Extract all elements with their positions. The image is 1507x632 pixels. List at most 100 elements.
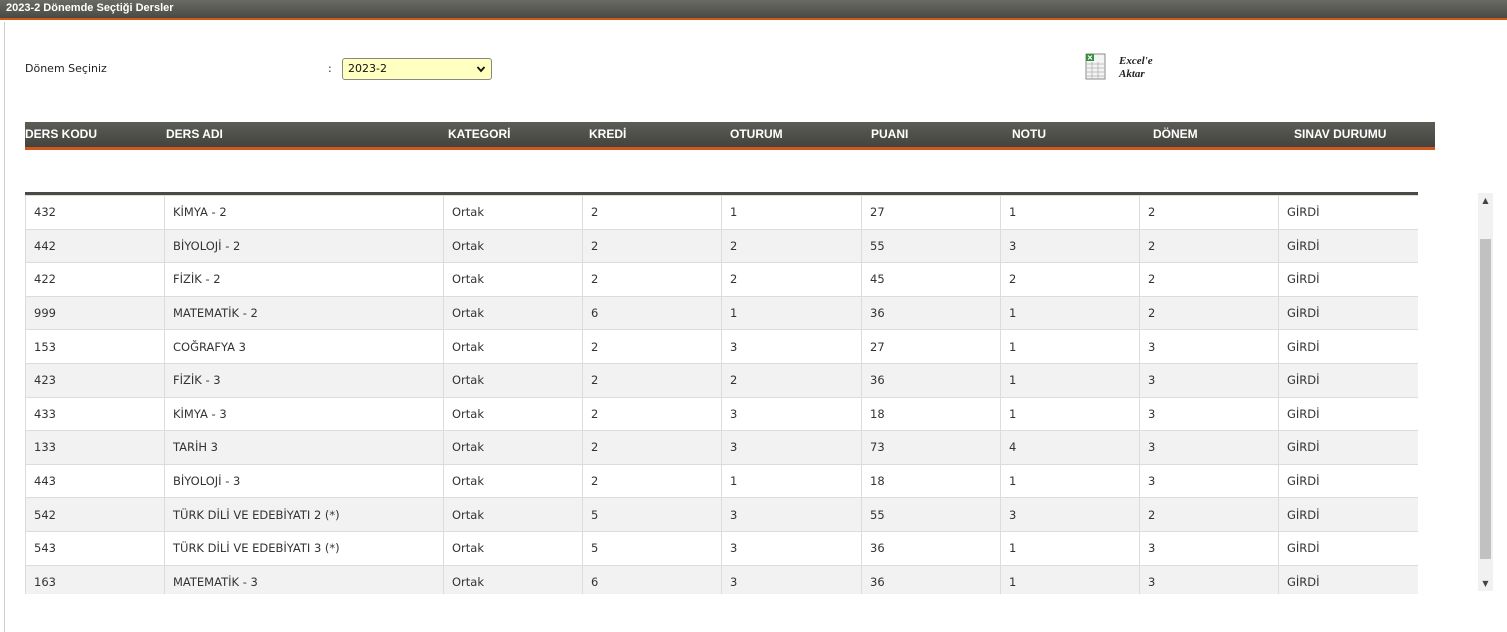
cell-exam-status: GİRDİ	[1278, 497, 1418, 532]
chevron-down-icon	[476, 60, 486, 85]
cell-course-code: 432	[25, 195, 165, 230]
cell-credit: 5	[582, 497, 722, 532]
cell-session: 3	[721, 564, 862, 594]
table-row[interactable]: 433 KİMYA - 3 Ortak 2 3 18 1 3 GİRDİ	[25, 396, 1418, 432]
table-row[interactable]: 542 TÜRK DİLİ VE EDEBİYATI 2 (*) Ortak 5 3 55…	[25, 497, 1418, 532]
cell-session: 3	[721, 430, 862, 465]
cell-credit: 2	[582, 262, 722, 297]
table-row[interactable]: 432 KİMYA - 2 Ortak 2 1 27 1 2 GİRDİ	[25, 195, 1418, 230]
cell-grade: 1	[1000, 564, 1140, 594]
cell-score: 73	[861, 430, 1001, 465]
courses-table: 432 KİMYA - 2 Ortak 2 1 27 1 2 GİRDİ 442 BİYOLOJİ …	[25, 195, 1418, 594]
excel-export-label-line1: Excel'e	[1119, 55, 1153, 67]
cell-score: 36	[861, 295, 1001, 331]
cell-course-name: FİZİK - 3	[164, 362, 444, 398]
cell-score: 36	[861, 362, 1001, 398]
table-row[interactable]: 999 MATEMATİK - 2 Ortak 6 1 36 1 2 GİRDİ	[25, 295, 1418, 331]
cell-course-name: MATEMATİK - 2	[164, 295, 444, 331]
column-header-category[interactable]: KATEGORİ	[448, 122, 510, 147]
cell-course-name: TÜRK DİLİ VE EDEBİYATI 2 (*)	[164, 497, 444, 532]
cell-session: 1	[721, 295, 862, 331]
cell-exam-status: GİRDİ	[1278, 362, 1418, 398]
cell-score: 18	[861, 463, 1001, 499]
column-header-grade[interactable]: NOTU	[1012, 122, 1046, 147]
cell-score: 27	[861, 329, 1001, 364]
cell-category: Ortak	[443, 430, 583, 465]
cell-term: 3	[1139, 329, 1279, 364]
table-row[interactable]: 443 BİYOLOJİ - 3 Ortak 2 1 18 1 3 GİRDİ	[25, 463, 1418, 499]
scroll-down-arrow-icon[interactable]: ▼	[1478, 576, 1493, 591]
cell-category: Ortak	[443, 564, 583, 594]
cell-credit: 2	[582, 463, 722, 499]
cell-term: 3	[1139, 530, 1279, 566]
scrollbar-thumb[interactable]	[1480, 239, 1491, 559]
cell-course-code: 433	[25, 396, 165, 432]
courses-table-body: 432 KİMYA - 2 Ortak 2 1 27 1 2 GİRDİ 442 BİYOLOJİ …	[25, 195, 1418, 594]
cell-score: 36	[861, 530, 1001, 566]
column-header-course-name[interactable]: DERS ADI	[166, 122, 223, 147]
window-title-bar: 2023-2 Dönemde Seçtiği Dersler	[0, 0, 1507, 20]
cell-course-name: BİYOLOJİ - 3	[164, 463, 444, 499]
cell-term: 3	[1139, 430, 1279, 465]
cell-category: Ortak	[443, 295, 583, 331]
cell-course-code: 442	[25, 228, 165, 264]
cell-course-code: 153	[25, 329, 165, 364]
cell-session: 2	[721, 362, 862, 398]
cell-category: Ortak	[443, 262, 583, 297]
cell-term: 2	[1139, 195, 1279, 230]
table-row[interactable]: 423 FİZİK - 3 Ortak 2 2 36 1 3 GİRDİ	[25, 362, 1418, 398]
scroll-up-arrow-icon[interactable]: ▲	[1478, 193, 1493, 208]
cell-grade: 1	[1000, 530, 1140, 566]
cell-session: 3	[721, 329, 862, 364]
cell-course-code: 133	[25, 430, 165, 465]
cell-category: Ortak	[443, 497, 583, 532]
cell-score: 36	[861, 564, 1001, 594]
cell-course-code: 423	[25, 362, 165, 398]
column-header-score[interactable]: PUANI	[871, 122, 908, 147]
cell-credit: 5	[582, 530, 722, 566]
cell-grade: 1	[1000, 329, 1140, 364]
cell-term: 2	[1139, 497, 1279, 532]
column-header-session[interactable]: OTURUM	[730, 122, 783, 147]
cell-course-code: 163	[25, 564, 165, 594]
term-select[interactable]: 2023-2	[342, 58, 492, 80]
excel-export-button[interactable]: Excel'e Aktar	[1084, 53, 1174, 85]
table-row[interactable]: 163 MATEMATİK - 3 Ortak 6 3 36 1 3 GİRDİ	[25, 564, 1418, 594]
table-row[interactable]: 153 COĞRAFYA 3 Ortak 2 3 27 1 3 GİRDİ	[25, 329, 1418, 364]
cell-grade: 4	[1000, 430, 1140, 465]
courses-grid: 432 KİMYA - 2 Ortak 2 1 27 1 2 GİRDİ 442 BİYOLOJİ …	[25, 192, 1418, 594]
table-row[interactable]: 422 FİZİK - 2 Ortak 2 2 45 2 2 GİRDİ	[25, 262, 1418, 297]
column-header-term[interactable]: DÖNEM	[1153, 122, 1198, 147]
table-row[interactable]: 133 TARİH 3 Ortak 2 3 73 4 3 GİRDİ	[25, 430, 1418, 465]
cell-session: 2	[721, 262, 862, 297]
cell-exam-status: GİRDİ	[1278, 564, 1418, 594]
column-header-credit[interactable]: KREDİ	[589, 122, 626, 147]
cell-credit: 2	[582, 430, 722, 465]
table-row[interactable]: 442 BİYOLOJİ - 2 Ortak 2 2 55 3 2 GİRDİ	[25, 228, 1418, 264]
term-filter-label: Dönem Seçiniz	[25, 62, 107, 75]
cell-category: Ortak	[443, 463, 583, 499]
column-header-exam-status[interactable]: SINAV DURUMU	[1294, 122, 1386, 147]
cell-score: 27	[861, 195, 1001, 230]
cell-credit: 2	[582, 329, 722, 364]
column-header-course-code[interactable]: DERS KODU	[25, 122, 97, 147]
cell-course-name: KİMYA - 2	[164, 195, 444, 230]
cell-credit: 2	[582, 228, 722, 264]
cell-grade: 1	[1000, 295, 1140, 331]
cell-grade: 3	[1000, 497, 1140, 532]
cell-course-name: BİYOLOJİ - 2	[164, 228, 444, 264]
table-row[interactable]: 543 TÜRK DİLİ VE EDEBİYATI 3 (*) Ortak 5 3 36…	[25, 530, 1418, 566]
cell-category: Ortak	[443, 195, 583, 230]
cell-course-name: TARİH 3	[164, 430, 444, 465]
cell-credit: 2	[582, 396, 722, 432]
cell-course-name: TÜRK DİLİ VE EDEBİYATI 3 (*)	[164, 530, 444, 566]
cell-term: 2	[1139, 228, 1279, 264]
cell-exam-status: GİRDİ	[1278, 463, 1418, 499]
grid-scrollbar[interactable]: ▲ ▼	[1478, 193, 1493, 591]
cell-term: 3	[1139, 396, 1279, 432]
cell-grade: 3	[1000, 228, 1140, 264]
cell-exam-status: GİRDİ	[1278, 295, 1418, 331]
cell-course-name: KİMYA - 3	[164, 396, 444, 432]
cell-course-code: 422	[25, 262, 165, 297]
cell-grade: 1	[1000, 362, 1140, 398]
